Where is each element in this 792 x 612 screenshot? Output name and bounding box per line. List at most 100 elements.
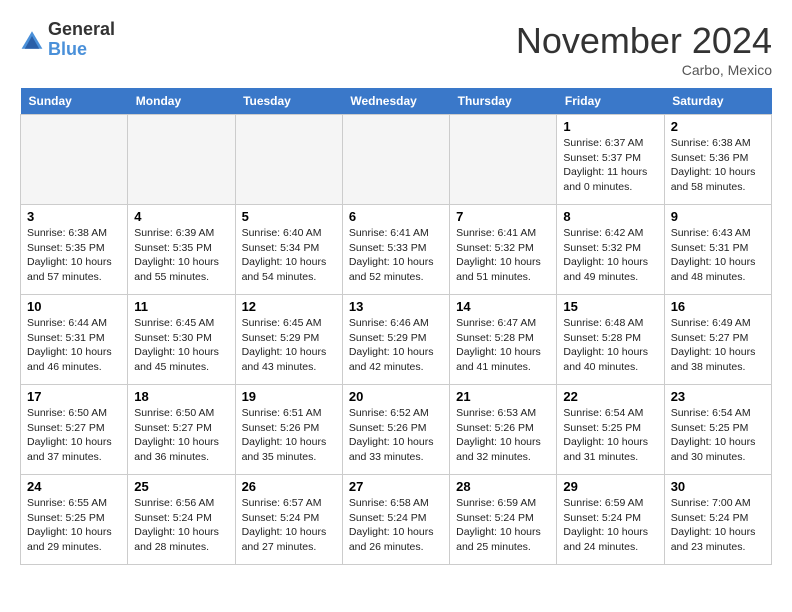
day-info: Sunrise: 6:53 AMSunset: 5:26 PMDaylight:… <box>456 406 550 465</box>
day-info: Sunrise: 6:54 AMSunset: 5:25 PMDaylight:… <box>671 406 765 465</box>
day-info: Sunrise: 6:49 AMSunset: 5:27 PMDaylight:… <box>671 316 765 375</box>
day-info: Sunrise: 6:51 AMSunset: 5:26 PMDaylight:… <box>242 406 336 465</box>
calendar-week-row: 24 Sunrise: 6:55 AMSunset: 5:25 PMDayligh… <box>21 475 772 565</box>
calendar-day-cell: 12 Sunrise: 6:45 AMSunset: 5:29 PMDayligh… <box>235 295 342 385</box>
day-info: Sunrise: 6:47 AMSunset: 5:28 PMDaylight:… <box>456 316 550 375</box>
day-number: 27 <box>349 479 443 494</box>
logo-blue: Blue <box>48 40 115 60</box>
weekday-header: Thursday <box>450 88 557 115</box>
calendar-day-cell: 13 Sunrise: 6:46 AMSunset: 5:29 PMDayligh… <box>342 295 449 385</box>
day-number: 3 <box>27 209 121 224</box>
day-number: 8 <box>563 209 657 224</box>
day-number: 14 <box>456 299 550 314</box>
calendar-week-row: 10Sunrise: 6:44 AMSunset: 5:31 PMDayligh… <box>21 295 772 385</box>
calendar-day-cell: 14 Sunrise: 6:47 AMSunset: 5:28 PMDayligh… <box>450 295 557 385</box>
day-info: Sunrise: 6:43 AMSunset: 5:31 PMDaylight:… <box>671 226 765 285</box>
page-header: General Blue November 2024 Carbo, Mexico <box>20 20 772 78</box>
day-number: 25 <box>134 479 228 494</box>
calendar-day-cell: 26Sunrise: 6:57 AMSunset: 5:24 PMDayligh… <box>235 475 342 565</box>
day-info: Sunrise: 6:40 AMSunset: 5:34 PMDaylight:… <box>242 226 336 285</box>
calendar-day-cell: 15 Sunrise: 6:48 AMSunset: 5:28 PMDayligh… <box>557 295 664 385</box>
day-info: Sunrise: 6:39 AMSunset: 5:35 PMDaylight:… <box>134 226 228 285</box>
calendar-day-cell <box>342 115 449 205</box>
calendar-day-cell: 3 Sunrise: 6:38 AMSunset: 5:35 PMDaylight… <box>21 205 128 295</box>
calendar-day-cell: 28Sunrise: 6:59 AMSunset: 5:24 PMDayligh… <box>450 475 557 565</box>
logo-icon <box>20 28 44 52</box>
day-number: 4 <box>134 209 228 224</box>
day-number: 13 <box>349 299 443 314</box>
day-info: Sunrise: 6:56 AMSunset: 5:24 PMDaylight:… <box>134 496 228 555</box>
weekday-header: Saturday <box>664 88 771 115</box>
day-number: 23 <box>671 389 765 404</box>
calendar-day-cell: 8 Sunrise: 6:42 AMSunset: 5:32 PMDaylight… <box>557 205 664 295</box>
day-number: 12 <box>242 299 336 314</box>
logo-general: General <box>48 20 115 40</box>
day-info: Sunrise: 6:44 AMSunset: 5:31 PMDaylight:… <box>27 316 121 375</box>
day-number: 17 <box>27 389 121 404</box>
calendar-day-cell <box>235 115 342 205</box>
day-number: 11 <box>134 299 228 314</box>
day-number: 30 <box>671 479 765 494</box>
day-info: Sunrise: 6:45 AMSunset: 5:29 PMDaylight:… <box>242 316 336 375</box>
calendar-day-cell: 5 Sunrise: 6:40 AMSunset: 5:34 PMDaylight… <box>235 205 342 295</box>
day-info: Sunrise: 7:00 AMSunset: 5:24 PMDaylight:… <box>671 496 765 555</box>
calendar-day-cell: 18 Sunrise: 6:50 AMSunset: 5:27 PMDayligh… <box>128 385 235 475</box>
day-number: 6 <box>349 209 443 224</box>
day-number: 28 <box>456 479 550 494</box>
calendar-day-cell: 19Sunrise: 6:51 AMSunset: 5:26 PMDayligh… <box>235 385 342 475</box>
calendar-day-cell: 24 Sunrise: 6:55 AMSunset: 5:25 PMDayligh… <box>21 475 128 565</box>
calendar-header-row: SundayMondayTuesdayWednesdayThursdayFrid… <box>21 88 772 115</box>
day-info: Sunrise: 6:52 AMSunset: 5:26 PMDaylight:… <box>349 406 443 465</box>
day-number: 2 <box>671 119 765 134</box>
logo: General Blue <box>20 20 115 60</box>
day-info: Sunrise: 6:37 AMSunset: 5:37 PMDaylight:… <box>563 136 657 195</box>
day-info: Sunrise: 6:55 AMSunset: 5:25 PMDaylight:… <box>27 496 121 555</box>
calendar-day-cell: 20 Sunrise: 6:52 AMSunset: 5:26 PMDayligh… <box>342 385 449 475</box>
calendar-day-cell <box>450 115 557 205</box>
day-info: Sunrise: 6:41 AMSunset: 5:32 PMDaylight:… <box>456 226 550 285</box>
calendar-day-cell: 2 Sunrise: 6:38 AMSunset: 5:36 PMDaylight… <box>664 115 771 205</box>
calendar-week-row: 1 Sunrise: 6:37 AMSunset: 5:37 PMDaylight… <box>21 115 772 205</box>
calendar-day-cell: 7Sunrise: 6:41 AMSunset: 5:32 PMDaylight… <box>450 205 557 295</box>
day-info: Sunrise: 6:45 AMSunset: 5:30 PMDaylight:… <box>134 316 228 375</box>
calendar-day-cell: 25 Sunrise: 6:56 AMSunset: 5:24 PMDayligh… <box>128 475 235 565</box>
day-number: 9 <box>671 209 765 224</box>
calendar-day-cell: 29 Sunrise: 6:59 AMSunset: 5:24 PMDayligh… <box>557 475 664 565</box>
day-number: 18 <box>134 389 228 404</box>
title-block: November 2024 Carbo, Mexico <box>516 20 772 78</box>
weekday-header: Wednesday <box>342 88 449 115</box>
day-info: Sunrise: 6:46 AMSunset: 5:29 PMDaylight:… <box>349 316 443 375</box>
weekday-header: Friday <box>557 88 664 115</box>
day-number: 20 <box>349 389 443 404</box>
calendar-day-cell: 10Sunrise: 6:44 AMSunset: 5:31 PMDayligh… <box>21 295 128 385</box>
weekday-header: Monday <box>128 88 235 115</box>
day-info: Sunrise: 6:38 AMSunset: 5:36 PMDaylight:… <box>671 136 765 195</box>
day-number: 21 <box>456 389 550 404</box>
calendar-day-cell: 22Sunrise: 6:54 AMSunset: 5:25 PMDayligh… <box>557 385 664 475</box>
calendar-day-cell: 27 Sunrise: 6:58 AMSunset: 5:24 PMDayligh… <box>342 475 449 565</box>
calendar-day-cell: 30 Sunrise: 7:00 AMSunset: 5:24 PMDayligh… <box>664 475 771 565</box>
day-info: Sunrise: 6:59 AMSunset: 5:24 PMDaylight:… <box>563 496 657 555</box>
day-number: 22 <box>563 389 657 404</box>
calendar-day-cell: 1 Sunrise: 6:37 AMSunset: 5:37 PMDaylight… <box>557 115 664 205</box>
calendar-day-cell: 4 Sunrise: 6:39 AMSunset: 5:35 PMDaylight… <box>128 205 235 295</box>
day-info: Sunrise: 6:38 AMSunset: 5:35 PMDaylight:… <box>27 226 121 285</box>
day-number: 29 <box>563 479 657 494</box>
calendar-day-cell: 11 Sunrise: 6:45 AMSunset: 5:30 PMDayligh… <box>128 295 235 385</box>
day-info: Sunrise: 6:42 AMSunset: 5:32 PMDaylight:… <box>563 226 657 285</box>
day-info: Sunrise: 6:48 AMSunset: 5:28 PMDaylight:… <box>563 316 657 375</box>
calendar-day-cell: 9 Sunrise: 6:43 AMSunset: 5:31 PMDaylight… <box>664 205 771 295</box>
calendar-day-cell: 23 Sunrise: 6:54 AMSunset: 5:25 PMDayligh… <box>664 385 771 475</box>
day-number: 24 <box>27 479 121 494</box>
calendar-day-cell: 21 Sunrise: 6:53 AMSunset: 5:26 PMDayligh… <box>450 385 557 475</box>
calendar-day-cell: 6 Sunrise: 6:41 AMSunset: 5:33 PMDaylight… <box>342 205 449 295</box>
day-number: 26 <box>242 479 336 494</box>
day-info: Sunrise: 6:58 AMSunset: 5:24 PMDaylight:… <box>349 496 443 555</box>
day-info: Sunrise: 6:50 AMSunset: 5:27 PMDaylight:… <box>134 406 228 465</box>
day-number: 5 <box>242 209 336 224</box>
month-title: November 2024 <box>516 20 772 62</box>
day-number: 15 <box>563 299 657 314</box>
day-number: 1 <box>563 119 657 134</box>
calendar-week-row: 17 Sunrise: 6:50 AMSunset: 5:27 PMDayligh… <box>21 385 772 475</box>
day-info: Sunrise: 6:41 AMSunset: 5:33 PMDaylight:… <box>349 226 443 285</box>
